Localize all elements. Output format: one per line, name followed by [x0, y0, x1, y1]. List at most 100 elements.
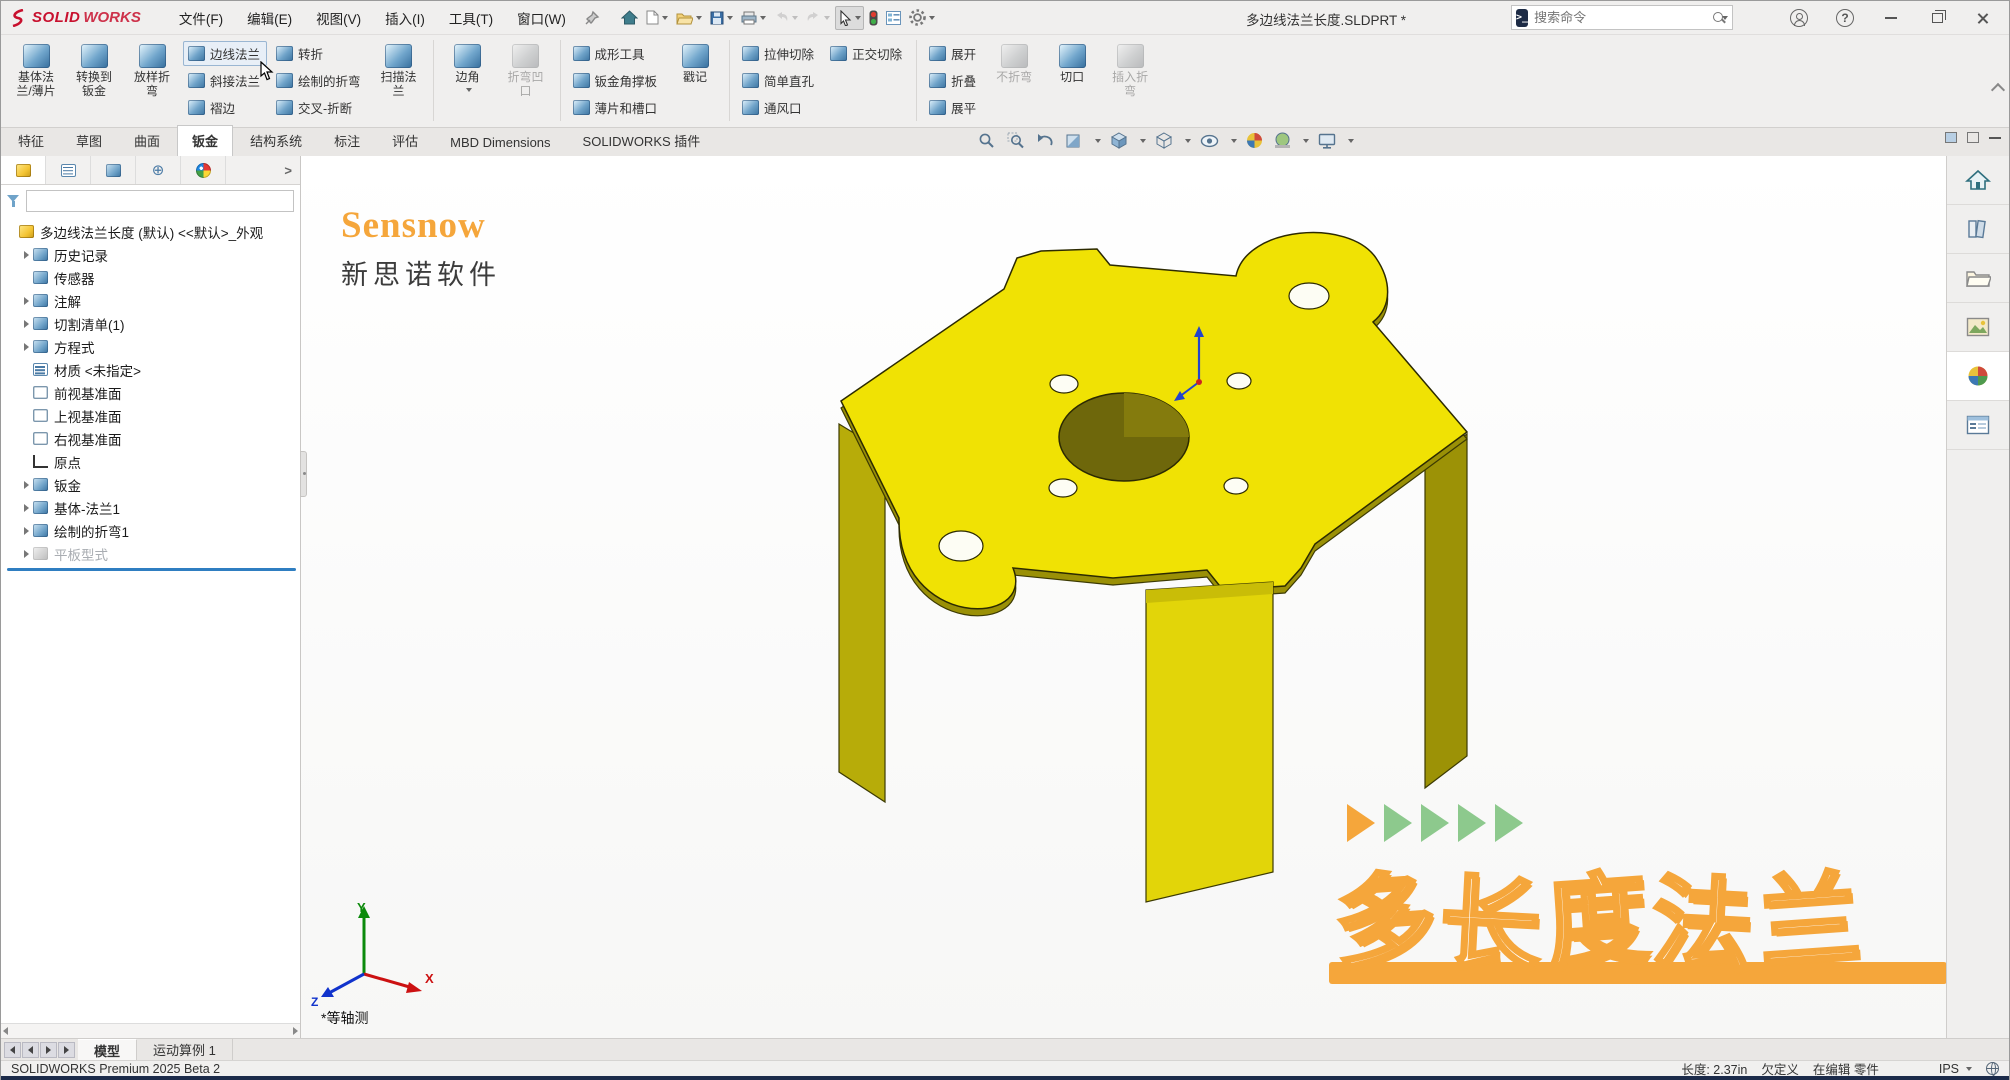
fold-button[interactable]: 折叠: [924, 68, 983, 93]
tab-markup[interactable]: 标注: [319, 125, 375, 156]
extruded-cut-button[interactable]: 拉伸切除: [737, 41, 821, 66]
custom-properties-button[interactable]: [1947, 401, 2009, 450]
apply-scene-button[interactable]: [1272, 130, 1293, 151]
simple-hole-button[interactable]: 简单直孔: [737, 68, 821, 93]
tree-item-annotations[interactable]: 注解: [5, 289, 300, 312]
miter-flange-button[interactable]: 斜接法兰: [183, 68, 267, 93]
last-tab-button[interactable]: [58, 1042, 75, 1058]
print-button[interactable]: [738, 7, 769, 29]
display-manager-tab[interactable]: [181, 156, 226, 184]
expander[interactable]: [19, 504, 33, 512]
undo-dropdown[interactable]: [792, 16, 798, 20]
tree-item-equations[interactable]: 方程式: [5, 335, 300, 358]
connection-globe-icon[interactable]: [1986, 1062, 1999, 1075]
settings-dropdown[interactable]: [929, 16, 935, 20]
expander[interactable]: [19, 550, 33, 558]
view-palette-button[interactable]: [1947, 303, 2009, 352]
tab-solidworks-addins[interactable]: SOLIDWORKS 插件: [568, 125, 716, 156]
tree-item-right-plane[interactable]: 右视基准面: [5, 427, 300, 450]
expander[interactable]: [19, 481, 33, 489]
home-button[interactable]: [618, 6, 641, 29]
section-view-dropdown[interactable]: [1095, 139, 1101, 143]
tree-item-origin[interactable]: 原点: [5, 450, 300, 473]
vent-button[interactable]: 通风口: [737, 95, 821, 120]
undo-button[interactable]: [771, 7, 801, 28]
scroll-right-icon[interactable]: [293, 1027, 298, 1035]
units-selector[interactable]: IPS: [1939, 1062, 1972, 1076]
normal-cut-button[interactable]: 正交切除: [825, 41, 909, 66]
configuration-manager-tab[interactable]: [91, 156, 136, 184]
rollback-bar[interactable]: [7, 568, 296, 571]
tree-item-history[interactable]: 历史记录: [5, 243, 300, 266]
part-bolt-hole[interactable]: [1227, 373, 1251, 389]
menu-window[interactable]: 窗口(W): [507, 4, 576, 32]
open-dropdown[interactable]: [696, 16, 702, 20]
settings-button[interactable]: [906, 5, 938, 30]
tree-root[interactable]: 多边线法兰长度 (默认) <<默认>_外观: [5, 220, 300, 243]
corner-button[interactable]: 边角: [439, 38, 497, 123]
scroll-left-icon[interactable]: [3, 1027, 8, 1035]
base-flange-button[interactable]: 基体法兰/薄片: [7, 38, 65, 123]
save-button[interactable]: [707, 7, 736, 29]
print-dropdown[interactable]: [760, 16, 766, 20]
menu-insert[interactable]: 插入(I): [375, 4, 435, 32]
hide-show-items-button[interactable]: [1198, 132, 1221, 150]
previous-view-button[interactable]: [1034, 131, 1056, 151]
display-style-dropdown[interactable]: [1185, 139, 1191, 143]
part-bolt-hole[interactable]: [1224, 478, 1248, 494]
model-tab[interactable]: 模型: [78, 1039, 137, 1060]
tab-sketch[interactable]: 草图: [61, 125, 117, 156]
part-bolt-hole[interactable]: [1050, 375, 1078, 393]
hem-button[interactable]: 褶边: [183, 95, 267, 120]
search-magnifier-icon[interactable]: [1712, 11, 1717, 25]
property-manager-tab[interactable]: [46, 156, 91, 184]
prev-tab-button[interactable]: [22, 1042, 39, 1058]
menu-edit[interactable]: 编辑(E): [237, 4, 302, 32]
gusset-button[interactable]: 钣金角撑板: [568, 68, 665, 93]
display-options-button[interactable]: [883, 7, 904, 29]
next-tab-button[interactable]: [40, 1042, 57, 1058]
expander[interactable]: [19, 251, 33, 259]
graphics-viewport[interactable]: Sensnow 新思诺软件: [301, 156, 1946, 1038]
pin-menu-icon[interactable]: [584, 10, 600, 26]
tab-sheet-metal[interactable]: 钣金: [177, 125, 233, 156]
stamp-button[interactable]: 戳记: [666, 38, 724, 123]
part-front-leg[interactable]: [1146, 582, 1273, 902]
no-bends-button[interactable]: 不折弯: [985, 38, 1043, 123]
tree-item-flat-pattern[interactable]: 平板型式: [5, 542, 300, 565]
expander[interactable]: [19, 527, 33, 535]
save-dropdown[interactable]: [727, 16, 733, 20]
tree-item-cutlist[interactable]: 切割清单(1): [5, 312, 300, 335]
part-bolt-hole[interactable]: [1049, 479, 1077, 497]
tree-horizontal-scrollbar[interactable]: [1, 1023, 300, 1038]
apply-scene-dropdown[interactable]: [1303, 139, 1309, 143]
account-button[interactable]: [1779, 5, 1819, 31]
rip-button[interactable]: 切口: [1043, 38, 1101, 123]
rebuild-button[interactable]: [866, 6, 881, 30]
redo-dropdown[interactable]: [824, 16, 830, 20]
tab-mbd-dimensions[interactable]: MBD Dimensions: [435, 129, 565, 156]
new-document-button[interactable]: [643, 6, 671, 29]
zoom-fit-button[interactable]: [976, 130, 998, 151]
view-settings-button[interactable]: [1316, 131, 1338, 151]
help-button[interactable]: ?: [1825, 5, 1865, 31]
search-input[interactable]: [1534, 10, 1710, 25]
tab-structure-system[interactable]: 结构系统: [235, 125, 317, 156]
part-lobe-hole[interactable]: [1289, 283, 1329, 309]
restore-button[interactable]: [1917, 5, 1957, 31]
display-style-button[interactable]: [1153, 130, 1175, 151]
tree-item-sensors[interactable]: 传感器: [5, 266, 300, 289]
appearances-button[interactable]: [1947, 352, 2009, 401]
design-library-button[interactable]: [1947, 205, 2009, 254]
tree-item-sheet-metal[interactable]: 钣金: [5, 473, 300, 496]
new-document-dropdown[interactable]: [662, 16, 668, 20]
flatten-button[interactable]: 展平: [924, 95, 983, 120]
view-orientation-button[interactable]: [1108, 130, 1130, 151]
tree-item-base-flange[interactable]: 基体-法兰1: [5, 496, 300, 519]
edge-flange-button[interactable]: 边线法兰: [183, 41, 267, 66]
convert-to-sheet-metal-button[interactable]: 转换到钣金: [65, 38, 123, 123]
expander[interactable]: [19, 320, 33, 328]
menu-tools[interactable]: 工具(T): [439, 4, 503, 32]
cross-break-button[interactable]: 交叉-折断: [271, 95, 368, 120]
bend-notch-button[interactable]: 折弯凹口: [497, 38, 555, 123]
